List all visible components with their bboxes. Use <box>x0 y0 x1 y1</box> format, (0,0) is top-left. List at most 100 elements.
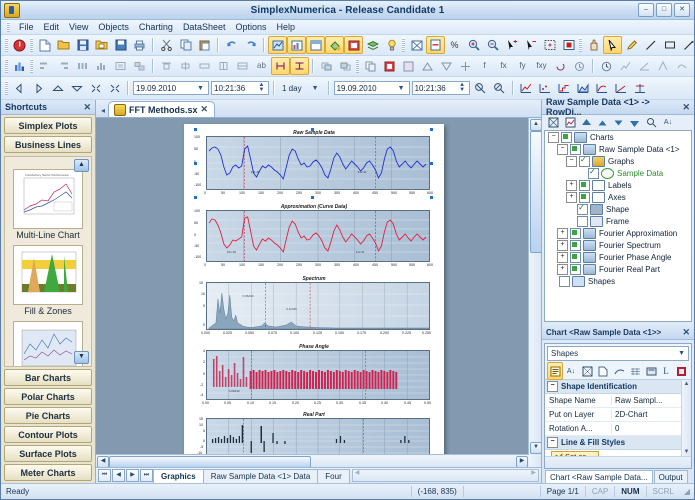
toolbar-grip[interactable] <box>5 38 8 52</box>
interval-dropdown-icon[interactable]: ▼ <box>306 79 325 97</box>
open-project-icon[interactable] <box>92 36 111 54</box>
shortcut-group-polar-charts[interactable]: Polar Charts <box>4 388 92 405</box>
area-chart-icon[interactable] <box>574 79 593 97</box>
selection-handle-tc[interactable] <box>311 128 314 131</box>
plot-frame-phase-angle[interactable]: 0.06340 4 2 0 -2 -4 <box>200 349 430 400</box>
redo-icon[interactable] <box>241 36 260 54</box>
properties-scrollbar[interactable]: ▲ ▼ <box>681 380 691 456</box>
selection-handle-tl[interactable] <box>194 128 197 131</box>
chevron-up-icon[interactable]: ▲ <box>74 159 89 172</box>
checkbox[interactable] <box>577 203 588 215</box>
column-chart-icon[interactable] <box>631 79 650 97</box>
find-icon[interactable] <box>643 114 659 132</box>
line-chart-icon[interactable] <box>517 79 536 97</box>
chart-raw-sample-data[interactable]: Raw Sample Data 101.26 412.41 100 50 -50… <box>192 128 436 199</box>
plot-frame-raw-sample-data[interactable]: 101.26 412.41 100 50 0 -50 -100 <box>194 135 430 190</box>
chart-spectrum[interactable]: Spectrum 0.06340 0.11336 15 10 5 0 0.000… <box>192 276 436 337</box>
selection-handle-ml[interactable] <box>194 162 197 165</box>
scroll-down-icon[interactable]: ▼ <box>530 442 541 454</box>
shortcut-group-surface-plots[interactable]: Surface Plots <box>4 445 92 462</box>
bar-chart2-icon[interactable] <box>612 79 631 97</box>
checkbox[interactable] <box>570 263 581 275</box>
size-equal-icon[interactable] <box>195 57 214 75</box>
menu-item-datasheet[interactable]: DataSheet <box>178 22 231 32</box>
chevron-down-icon[interactable]: ▼ <box>195 85 206 92</box>
save-project-icon[interactable] <box>111 36 130 54</box>
property-group-shape-identification[interactable]: − Shape Identification <box>545 380 691 394</box>
layers-icon[interactable] <box>363 36 382 54</box>
selection-handle-bl[interactable] <box>194 196 197 199</box>
undo-icon[interactable] <box>222 36 241 54</box>
menu-item-help[interactable]: Help <box>272 22 301 32</box>
toolbar2-grip-2[interactable] <box>30 59 33 73</box>
fill-color-icon[interactable] <box>325 36 344 54</box>
selection-handle-mr[interactable] <box>430 162 433 165</box>
property-value[interactable]: 0 <box>611 424 691 433</box>
step-chart-icon[interactable] <box>555 79 574 97</box>
fy-icon[interactable]: fy <box>513 57 532 75</box>
move-top-icon[interactable] <box>579 114 594 132</box>
object-icon[interactable] <box>579 362 595 380</box>
expander-icon[interactable]: − <box>557 143 568 155</box>
tree-node-sample-data[interactable]: Sample Data <box>545 167 691 179</box>
date-to-field[interactable]: 19.09.2010 ▼ <box>333 81 410 95</box>
new-chart-icon[interactable] <box>268 36 287 54</box>
tree-node-shape[interactable]: Shape <box>545 203 691 215</box>
open-folder-icon[interactable] <box>54 36 73 54</box>
toolbar2-grip[interactable] <box>5 59 8 73</box>
tree-node-raw-sample-data[interactable]: − Raw Sample Data <1> <box>545 143 691 155</box>
cut-icon[interactable] <box>157 36 176 54</box>
chevron-down-icon-2[interactable]: ▼ <box>396 85 407 92</box>
power-button-icon[interactable] <box>10 36 29 54</box>
zoom-reset-icon[interactable] <box>490 79 509 97</box>
checkbox[interactable] <box>559 275 570 287</box>
object-tree[interactable]: − Charts − Raw Sample Data <1> − Graphs <box>544 130 692 322</box>
tree-node-fourier-phase-angle[interactable]: + Fourier Phase Angle <box>545 251 691 263</box>
expander-icon[interactable]: − <box>566 155 577 167</box>
paste-style-icon[interactable] <box>380 57 399 75</box>
tree-node-graphs[interactable]: − Graphs <box>545 155 691 167</box>
chart-page-icon[interactable] <box>306 36 325 54</box>
scroll-right-icon-2[interactable]: ▶ <box>531 469 536 476</box>
toolbar-grip-4[interactable] <box>579 38 582 52</box>
checkbox[interactable] <box>570 251 581 263</box>
plot-frame-spectrum[interactable]: 0.06340 0.11336 15 10 5 0 <box>199 281 430 330</box>
sort-alpha-icon[interactable]: A↓ <box>563 362 579 380</box>
collapse-up-icon[interactable] <box>48 79 67 97</box>
close-icon[interactable]: ✕ <box>682 102 694 113</box>
checkbox[interactable] <box>577 215 588 227</box>
toolbar-grip-3[interactable] <box>402 38 405 52</box>
new-icon[interactable] <box>595 362 611 380</box>
zoom-region-icon[interactable] <box>471 79 490 97</box>
align-top-icon[interactable] <box>157 57 176 75</box>
tree-node-axes[interactable]: + Axes <box>545 191 691 203</box>
document-page[interactable]: Raw Sample Data 101.26 412.41 100 50 -50… <box>184 124 444 467</box>
menu-item-edit[interactable]: Edit <box>39 22 65 32</box>
reset-icon[interactable] <box>551 57 570 75</box>
property-row-shape-name[interactable]: Shape Name Raw Sampl... <box>545 394 691 408</box>
sheet-tab-raw-sample-data[interactable]: Raw Sample Data <1> Data <box>202 468 319 483</box>
property-value[interactable]: 2D-Chart <box>611 410 691 419</box>
expand-all-icon[interactable] <box>86 79 105 97</box>
close-icon[interactable]: ✕ <box>201 104 209 115</box>
expander-icon[interactable]: + <box>557 239 568 251</box>
selection-handle-br[interactable] <box>430 196 433 199</box>
checkbox[interactable] <box>588 167 599 179</box>
flip-h-icon[interactable] <box>418 57 437 75</box>
expander-icon[interactable]: + <box>557 227 568 239</box>
fx-icon[interactable]: fx <box>494 57 513 75</box>
align-middle-icon[interactable] <box>176 57 195 75</box>
resize-grip-icon[interactable]: ◢ <box>680 487 694 496</box>
align-center-h-icon[interactable] <box>271 57 290 75</box>
toolbar3-grip[interactable] <box>5 81 8 95</box>
save-icon[interactable] <box>73 36 92 54</box>
menu-item-objects[interactable]: Objects <box>93 22 134 32</box>
chart-properties-icon[interactable] <box>287 36 306 54</box>
pan-hand-icon[interactable] <box>584 36 603 54</box>
shortcut-group-simplex-plots[interactable]: Simplex Plots <box>4 117 92 134</box>
select-object-icon[interactable] <box>545 114 561 132</box>
canvas-vertical-scrollbar[interactable]: ▲ ▼ <box>528 118 541 467</box>
lightbulb-icon[interactable] <box>382 36 401 54</box>
bar-chart-icon[interactable] <box>10 57 29 75</box>
scroll-up-icon[interactable]: ▲ <box>530 119 541 131</box>
